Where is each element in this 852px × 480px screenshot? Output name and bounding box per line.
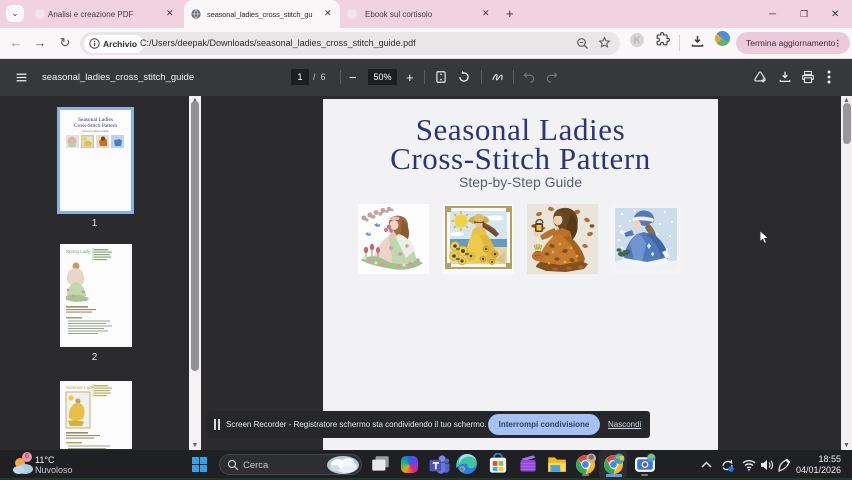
- svg-text:Step-by-Step Guide: Step-by-Step Guide: [82, 129, 109, 133]
- svg-text:Spring Lady: Spring Lady: [66, 249, 91, 254]
- svg-text:Summer Lady: Summer Lady: [66, 385, 95, 390]
